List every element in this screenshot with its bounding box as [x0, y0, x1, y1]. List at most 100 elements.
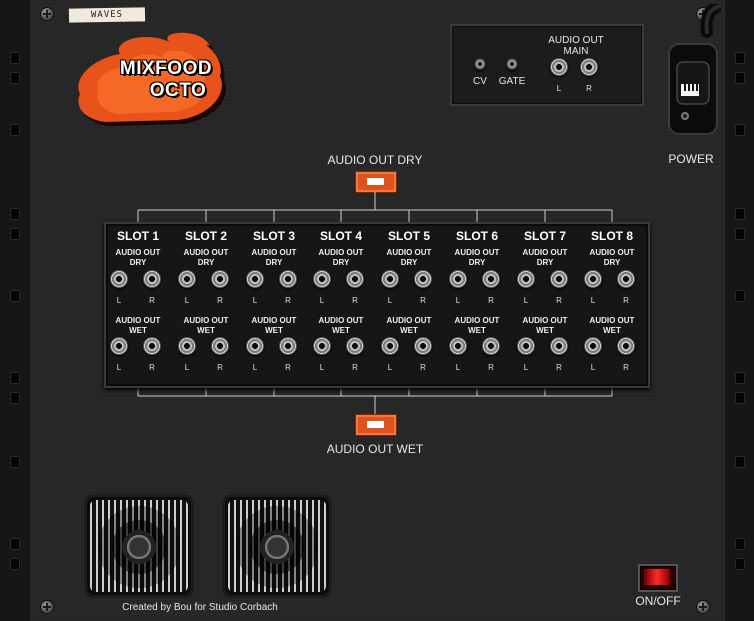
dry-bus-output-port[interactable]	[355, 171, 397, 193]
slot-title: SLOT 7	[523, 229, 566, 243]
slot-7-dry-left-jack[interactable]	[517, 270, 535, 288]
power-plug-icon[interactable]	[665, 4, 721, 144]
slot-title: SLOT 6	[455, 229, 498, 243]
rack-device: WAVES MIXFOOD OCTO CV GATE AUDIO OUT MAI…	[0, 0, 754, 621]
slot-wet-label-line1: AUDIO OUT	[454, 316, 500, 325]
gate-jack[interactable]	[506, 58, 518, 70]
on-off-switch[interactable]	[638, 564, 678, 592]
slot-5-wet-right-jack[interactable]	[414, 337, 432, 355]
slot-2-wet-right-jack[interactable]	[211, 337, 229, 355]
slot-3-dry-left-jack[interactable]	[246, 270, 264, 288]
main-out-right-jack[interactable]	[580, 58, 598, 76]
slot-dry-label-line2: DRY	[603, 258, 621, 267]
slot-3-wet-left-jack[interactable]	[246, 337, 264, 355]
slot-5-dry-right-jack[interactable]	[414, 270, 432, 288]
slot-dry-label-line1: AUDIO OUT	[183, 248, 229, 257]
slot-wet-label-line1: AUDIO OUT	[115, 316, 161, 325]
slot-3-wet-right-jack[interactable]	[279, 337, 297, 355]
right-label: R	[352, 363, 358, 372]
cv-jack[interactable]	[474, 58, 486, 70]
slot-2-wet-left-jack[interactable]	[178, 337, 196, 355]
slot-3-dry-right-jack[interactable]	[279, 270, 297, 288]
slot-1-wet-left-jack[interactable]	[110, 337, 128, 355]
right-label: R	[556, 296, 562, 305]
slot-7-wet-left-jack[interactable]	[517, 337, 535, 355]
slot-wet-label: AUDIO OUT WET	[306, 316, 376, 336]
right-label: R	[285, 363, 291, 372]
slot-2-dry-right-jack[interactable]	[211, 270, 229, 288]
slot-title: SLOT 3	[252, 229, 295, 243]
rail-hole	[735, 228, 745, 240]
slot-4-wet-left-jack[interactable]	[313, 337, 331, 355]
slot-1-wet-right-jack[interactable]	[143, 337, 161, 355]
slot-wet-label-line2: WET	[197, 326, 215, 335]
right-label: R	[556, 363, 562, 372]
slot-2-dry-left-jack[interactable]	[178, 270, 196, 288]
slot-6-dry-left-jack[interactable]	[449, 270, 467, 288]
slot-4-dry-left-jack[interactable]	[313, 270, 331, 288]
slot-8-wet-right-jack[interactable]	[617, 337, 635, 355]
slot-wet-label: AUDIO OUT WET	[103, 316, 173, 336]
right-label: R	[285, 296, 291, 305]
slot-title: SLOT 8	[590, 229, 633, 243]
slot-title: SLOT 2	[184, 229, 227, 243]
slot-6-wet-right-jack[interactable]	[482, 337, 500, 355]
fan-icon	[222, 494, 332, 598]
slot-dry-label: AUDIO OUT DRY	[171, 248, 241, 268]
slot-dry-label-line2: DRY	[197, 258, 215, 267]
left-label: L	[387, 363, 393, 372]
slot-wet-label-line1: AUDIO OUT	[318, 316, 364, 325]
slot-1-dry-right-jack[interactable]	[143, 270, 161, 288]
device-name-tape[interactable]: WAVES	[68, 7, 146, 23]
rail-hole	[735, 208, 745, 220]
left-label: L	[523, 296, 529, 305]
slot-wet-label: AUDIO OUT WET	[442, 316, 512, 336]
slot-dry-label: AUDIO OUT DRY	[510, 248, 580, 268]
slot-wet-label-line1: AUDIO OUT	[251, 316, 297, 325]
slot-7-dry-right-jack[interactable]	[550, 270, 568, 288]
slot-dry-label: AUDIO OUT DRY	[239, 248, 309, 268]
on-off-label: ON/OFF	[635, 594, 681, 608]
rail-hole	[10, 52, 20, 64]
main-out-left-jack[interactable]	[550, 58, 568, 76]
slot-8-wet-left-jack[interactable]	[584, 337, 602, 355]
main-out-title-line2: MAIN	[563, 46, 589, 57]
slot-title: SLOT 4	[319, 229, 362, 243]
wet-bus-output-port[interactable]	[355, 414, 397, 436]
slot-dry-label-line1: AUDIO OUT	[386, 248, 432, 257]
rail-hole	[10, 290, 20, 302]
left-label: L	[455, 363, 461, 372]
slot-6-wet-left-jack[interactable]	[449, 337, 467, 355]
rack-rail-left	[0, 0, 31, 621]
rail-hole	[735, 538, 745, 550]
slot-wet-label-line2: WET	[129, 326, 147, 335]
slot-dry-label-line2: DRY	[265, 258, 283, 267]
slot-1-dry-left-jack[interactable]	[110, 270, 128, 288]
screw-icon	[697, 601, 709, 613]
left-label: L	[590, 296, 596, 305]
slot-4-dry-right-jack[interactable]	[346, 270, 364, 288]
slot-8-dry-left-jack[interactable]	[584, 270, 602, 288]
left-label: L	[116, 363, 122, 372]
screw-icon	[41, 601, 53, 613]
slot-5-wet-left-jack[interactable]	[381, 337, 399, 355]
rail-hole	[735, 558, 745, 570]
slot-wet-label: AUDIO OUT WET	[374, 316, 444, 336]
slot-title: SLOT 5	[387, 229, 430, 243]
fan-hub	[122, 530, 156, 564]
slot-7-wet-right-jack[interactable]	[550, 337, 568, 355]
screw-icon	[41, 8, 53, 20]
slot-wet-label-line2: WET	[265, 326, 283, 335]
slot-4-wet-right-jack[interactable]	[346, 337, 364, 355]
slot-6-dry-right-jack[interactable]	[482, 270, 500, 288]
slot-dry-label-line1: AUDIO OUT	[115, 248, 161, 257]
slot-dry-label: AUDIO OUT DRY	[306, 248, 376, 268]
slot-dry-label-line2: DRY	[468, 258, 486, 267]
dry-bus-label: AUDIO OUT DRY	[327, 153, 423, 167]
rail-hole	[735, 52, 745, 64]
left-label: L	[590, 363, 596, 372]
rail-hole	[10, 538, 20, 550]
slot-8-dry-right-jack[interactable]	[617, 270, 635, 288]
slot-5-dry-left-jack[interactable]	[381, 270, 399, 288]
rail-hole	[10, 456, 20, 468]
